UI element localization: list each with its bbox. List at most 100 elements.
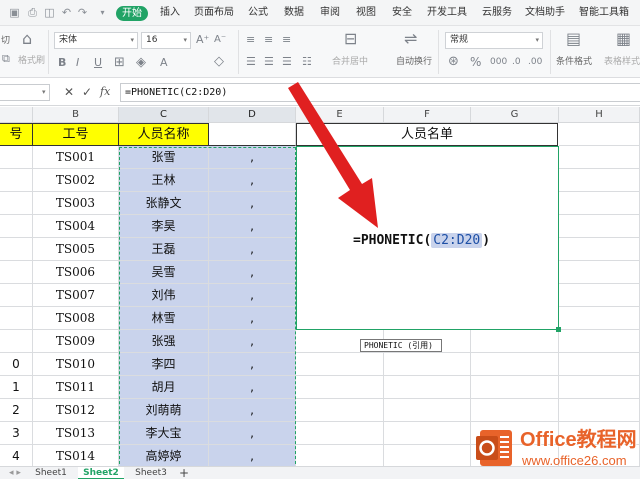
separator-cell[interactable]: , (209, 422, 296, 445)
empty-cell[interactable] (471, 399, 559, 422)
merged-title-cell[interactable]: 人员名单 (296, 123, 558, 146)
font-shrink-icon[interactable]: A⁻ (214, 33, 226, 47)
undo-icon[interactable]: ↶ (60, 6, 73, 19)
employee-id-cell[interactable]: TS009 (33, 330, 119, 353)
menu-tab-formulas[interactable]: 公式 (248, 5, 268, 21)
empty-cell[interactable] (384, 422, 471, 445)
row-cell-a[interactable] (0, 238, 33, 261)
clear-format-icon[interactable]: ◇ (214, 55, 224, 69)
row-cell-a[interactable] (0, 192, 33, 215)
employee-name-cell[interactable]: 张静文 (119, 192, 209, 215)
employee-name-cell[interactable]: 张强 (119, 330, 209, 353)
employee-id-cell[interactable]: TS004 (33, 215, 119, 238)
decrease-decimal-icon[interactable]: .00 (528, 55, 542, 69)
empty-cell[interactable] (384, 376, 471, 399)
menu-tab-review[interactable]: 审阅 (320, 5, 340, 21)
column-header-d[interactable]: D (209, 107, 296, 123)
empty-cell[interactable] (559, 146, 640, 169)
row-cell-a[interactable] (0, 307, 33, 330)
employee-name-cell[interactable]: 刘萌萌 (119, 399, 209, 422)
cut-button[interactable]: 切 (1, 36, 10, 47)
employee-id-cell[interactable]: TS013 (33, 422, 119, 445)
menu-tab-insert[interactable]: 插入 (160, 5, 180, 21)
menu-tab-start[interactable]: 开始 (116, 6, 148, 21)
employee-name-cell[interactable]: 刘伟 (119, 284, 209, 307)
column-header-h[interactable]: H (559, 107, 640, 123)
empty-cell[interactable] (559, 169, 640, 192)
merge-center-icon[interactable]: ⊟ (344, 31, 357, 47)
underline-icon[interactable]: U (94, 56, 102, 70)
column-header-a[interactable] (0, 107, 33, 123)
header-cell-a[interactable]: 号 (0, 123, 33, 146)
format-painter-icon[interactable]: ⌂ (22, 31, 32, 47)
menu-tab-cloud[interactable]: 云服务 (482, 5, 512, 21)
wrap-text-icon[interactable]: ⇌ (404, 31, 417, 47)
copy-icon[interactable]: ⧉ (2, 52, 10, 66)
conditional-format-icon[interactable]: ▤ (566, 31, 581, 47)
currency-icon[interactable]: ⊛ (448, 55, 459, 69)
row-cell-a[interactable] (0, 284, 33, 307)
editing-cell[interactable]: =PHONETIC(C2:D20) (296, 146, 559, 330)
tab-scroll-icon[interactable]: ◂ ▸ (4, 467, 26, 479)
bold-icon[interactable]: B (58, 56, 66, 70)
employee-id-cell[interactable]: TS012 (33, 399, 119, 422)
header-cell-employee-id[interactable]: 工号 (33, 123, 119, 146)
employee-id-cell[interactable]: TS001 (33, 146, 119, 169)
menu-tab-smart-toolbox[interactable]: 智能工具箱 (579, 5, 629, 21)
align-center-icon[interactable]: ☰ (264, 55, 274, 69)
column-header-e[interactable]: E (296, 107, 384, 123)
employee-name-cell[interactable]: 吴雪 (119, 261, 209, 284)
separator-cell[interactable]: , (209, 261, 296, 284)
number-format-select[interactable]: 常规 ▾ (445, 32, 543, 49)
menu-tab-doc-assistant[interactable]: 文档助手 (525, 5, 565, 21)
print-preview-icon[interactable]: ◫ (43, 6, 56, 19)
employee-id-cell[interactable]: TS003 (33, 192, 119, 215)
employee-id-cell[interactable]: TS006 (33, 261, 119, 284)
increase-decimal-icon[interactable]: .0 (512, 55, 521, 69)
empty-cell[interactable] (296, 445, 384, 468)
empty-cell[interactable] (384, 399, 471, 422)
menu-tab-developer[interactable]: 开发工具 (427, 5, 467, 21)
empty-cell[interactable] (296, 399, 384, 422)
empty-cell[interactable] (384, 353, 471, 376)
fill-handle[interactable] (556, 327, 561, 332)
employee-name-cell[interactable]: 张雪 (119, 146, 209, 169)
tab-sheet2[interactable]: Sheet2 (78, 467, 124, 479)
employee-id-cell[interactable]: TS014 (33, 445, 119, 468)
empty-cell[interactable] (559, 307, 640, 330)
header-cell-name[interactable]: 人员名称 (119, 123, 209, 146)
name-box[interactable]: ▾ (0, 84, 50, 101)
save-icon[interactable]: ▣ (8, 6, 21, 19)
separator-cell[interactable]: , (209, 445, 296, 468)
separator-cell[interactable]: , (209, 353, 296, 376)
empty-cell[interactable] (559, 215, 640, 238)
confirm-icon[interactable]: ✓ (82, 85, 92, 99)
employee-id-cell[interactable]: TS008 (33, 307, 119, 330)
add-sheet-icon[interactable]: + (176, 467, 192, 479)
column-header-c[interactable]: C (119, 107, 209, 123)
employee-id-cell[interactable]: TS010 (33, 353, 119, 376)
fill-color-icon[interactable]: ◈ (136, 56, 146, 70)
italic-icon[interactable]: I (76, 56, 79, 70)
empty-cell[interactable] (384, 445, 471, 468)
employee-name-cell[interactable]: 高婷婷 (119, 445, 209, 468)
column-header-g[interactable]: G (471, 107, 559, 123)
empty-cell[interactable] (471, 353, 559, 376)
chevron-down-icon[interactable]: ▾ (96, 6, 109, 19)
empty-cell[interactable] (296, 353, 384, 376)
justify-icon[interactable]: ☷ (302, 55, 312, 69)
row-cell-a[interactable]: 3 (0, 422, 33, 445)
empty-cell[interactable] (296, 376, 384, 399)
separator-cell[interactable]: , (209, 376, 296, 399)
insert-function-icon[interactable]: fx (100, 85, 110, 99)
align-bottom-icon[interactable]: ≡ (282, 33, 291, 47)
row-cell-a[interactable] (0, 146, 33, 169)
employee-id-cell[interactable]: TS002 (33, 169, 119, 192)
wrap-text-button[interactable]: 自动换行 (396, 57, 432, 68)
formula-input[interactable]: =PHONETIC(C2:D20) (120, 83, 640, 102)
row-cell-a[interactable] (0, 215, 33, 238)
empty-cell[interactable] (559, 192, 640, 215)
percent-icon[interactable]: % (470, 55, 481, 69)
header-cell-h[interactable] (559, 123, 640, 146)
empty-cell[interactable] (559, 284, 640, 307)
